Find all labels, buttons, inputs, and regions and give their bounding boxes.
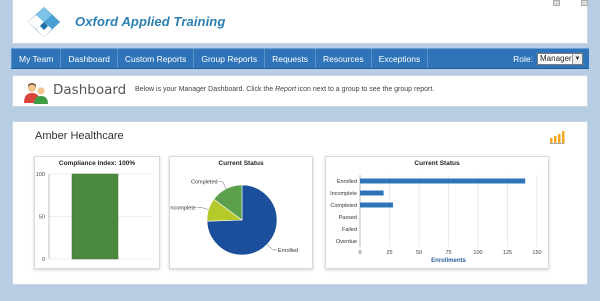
- y-tick-label: 100: [36, 172, 45, 178]
- chevron-down-icon: ▼: [572, 53, 582, 64]
- group-panel: Amber Healthcare Compliance Index: 100% …: [12, 121, 588, 285]
- x-tick-label: 25: [386, 250, 392, 256]
- pie-label: Completed: [191, 180, 218, 186]
- category-label: Completed: [330, 203, 357, 209]
- pie-label-line: [196, 207, 209, 210]
- y-tick-label: 50: [39, 215, 45, 221]
- group-name: Amber Healthcare: [35, 130, 124, 142]
- page-description: Below is your Manager Dashboard. Click t…: [135, 86, 435, 93]
- role-select[interactable]: Manager ▼: [537, 52, 583, 65]
- x-tick-label: 0: [358, 250, 361, 256]
- x-tick-label: 125: [503, 250, 512, 256]
- nav-my-team[interactable]: My Team: [11, 49, 62, 68]
- x-tick-label: 150: [532, 250, 541, 256]
- y-tick-label: 0: [42, 257, 45, 263]
- nav-group-reports[interactable]: Group Reports: [194, 49, 266, 68]
- status-pie-card: Current Status Enrolled Incomplete Complet…: [169, 156, 313, 269]
- nav-dashboard[interactable]: Dashboard: [61, 49, 118, 68]
- pie-label: Enrolled: [278, 248, 298, 254]
- category-label: Failed: [342, 227, 357, 233]
- users-icon: [24, 83, 48, 104]
- app-header: Oxford Applied Training: [12, 0, 588, 44]
- x-axis-label: Enrollments: [431, 258, 466, 264]
- compliance-chart: 0 50 100: [36, 172, 153, 263]
- page-title: Dashboard: [53, 82, 127, 98]
- status-bar-incomplete: [360, 190, 384, 196]
- nav-resources[interactable]: Resources: [316, 49, 372, 68]
- main-nav: My Team Dashboard Custom Reports Group R…: [11, 48, 589, 69]
- role-value: Manager: [540, 54, 572, 63]
- status-bar-completed: [360, 202, 394, 208]
- nav-exceptions[interactable]: Exceptions: [372, 49, 429, 68]
- status-bar-enrolled: [360, 178, 526, 184]
- pie-label-line: [266, 244, 277, 251]
- dashboard-bar: Dashboard Below is your Manager Dashboar…: [12, 75, 588, 107]
- x-tick-label: 100: [473, 250, 482, 256]
- category-label: Enrolled: [337, 179, 357, 185]
- x-tick-label: 50: [416, 250, 422, 256]
- nav-requests[interactable]: Requests: [265, 49, 317, 68]
- nav-custom-reports[interactable]: Custom Reports: [118, 49, 195, 68]
- x-tick-label: 75: [445, 250, 451, 256]
- status-pie-chart: Enrolled Incomplete Completed: [170, 180, 298, 256]
- status-bar-chart: 0 25 50 75 100 125 150 Enrolled Incomplete Comple…: [330, 175, 542, 264]
- pie-label: Incomplete: [170, 205, 196, 211]
- role-label: Role:: [513, 53, 533, 64]
- category-label: Overdue: [336, 239, 357, 245]
- status-bar-card: Current Status 0 25 50 75 100 125 150 Enrolled I…: [325, 156, 549, 269]
- category-label: Incomplete: [330, 191, 357, 197]
- compliance-chart-card: Compliance Index: 100% 0 50 100: [34, 156, 160, 269]
- header-control[interactable]: [581, 0, 588, 6]
- category-label: Passed: [339, 215, 357, 221]
- role-selector: Role: Manager ▼: [513, 49, 589, 68]
- brand-name: Oxford Applied Training: [75, 14, 226, 29]
- report-icon[interactable]: [549, 130, 565, 144]
- header-control[interactable]: [553, 0, 560, 6]
- pie-label-line: [218, 181, 227, 189]
- logo-icon: [28, 7, 60, 37]
- compliance-bar: [71, 173, 119, 260]
